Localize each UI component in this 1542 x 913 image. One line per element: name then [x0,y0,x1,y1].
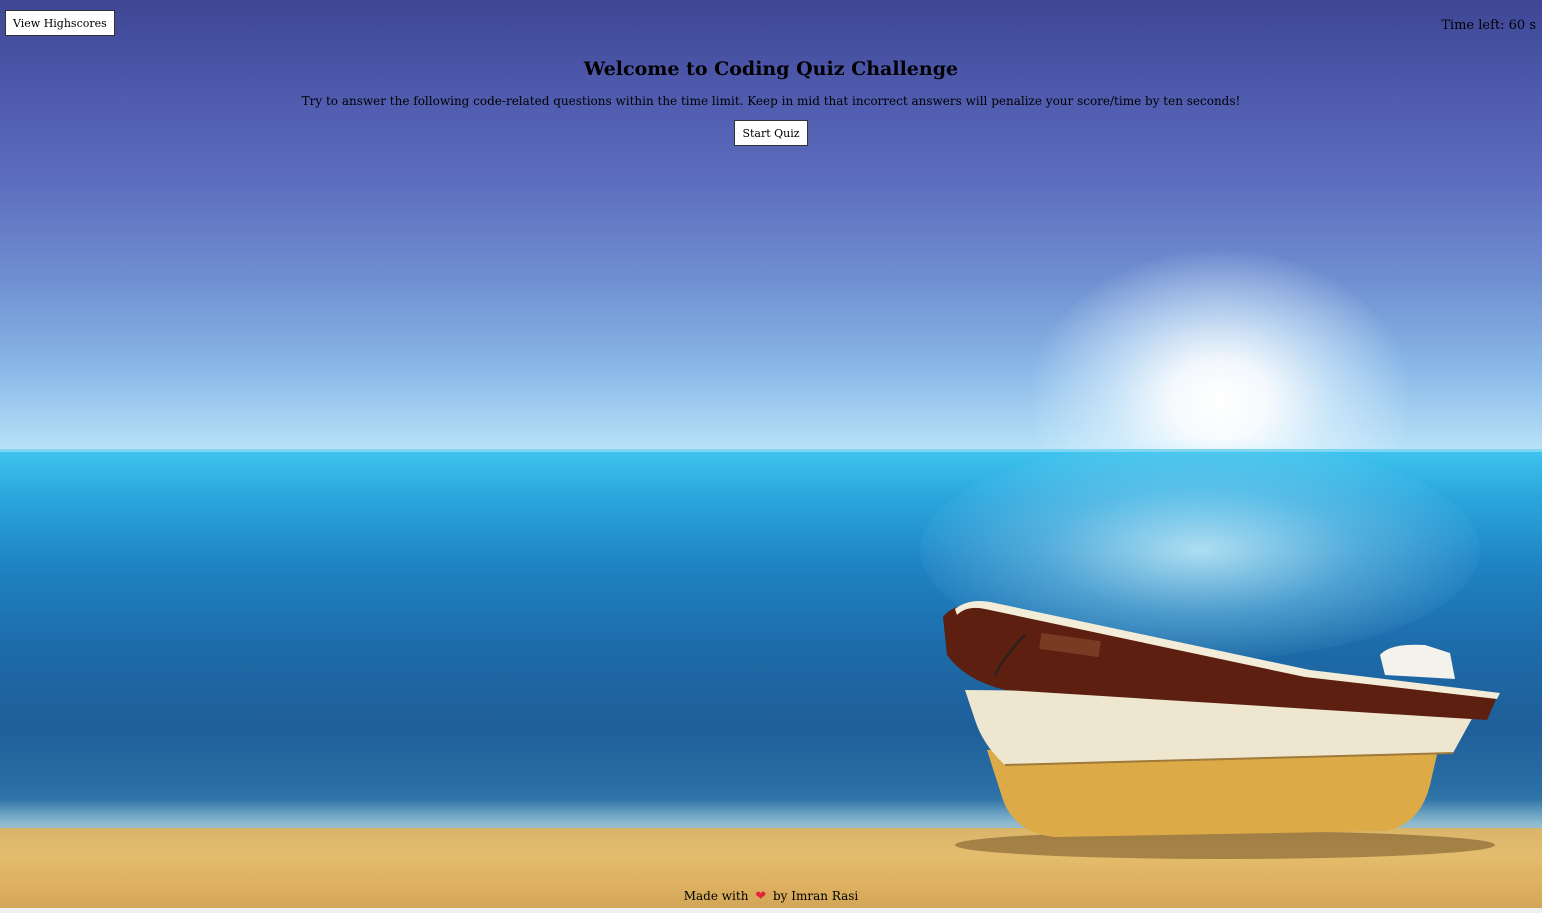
instructions-text: Try to answer the following code-related… [301,94,1241,108]
view-highscores-button[interactable]: View Highscores [5,10,115,36]
heart-icon: ❤ [755,889,767,904]
boat-image [943,601,1500,859]
page-bottom-edge [0,908,1542,913]
welcome-section: Welcome to Coding Quiz Challenge Try to … [0,58,1542,146]
quiz-page: View Highscores Time left: 60 s Welcome … [0,0,1542,913]
horizon-line [0,449,1542,452]
time-left-label: Time left: 60 s [1441,18,1536,33]
start-quiz-button[interactable]: Start Quiz [734,120,808,146]
footer-made-with: Made with [683,889,749,903]
footer: Made with ❤ by Imran Rasi [0,889,1542,904]
page-title: Welcome to Coding Quiz Challenge [583,58,959,80]
footer-author: by Imran Rasi [772,889,859,903]
